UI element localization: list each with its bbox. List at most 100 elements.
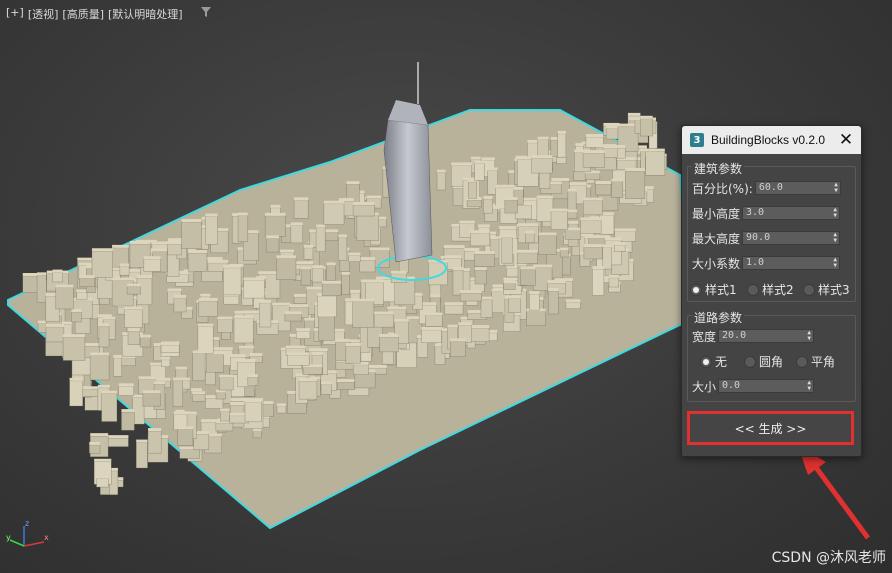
building-roof xyxy=(352,298,374,302)
building-block xyxy=(556,157,567,164)
building-block xyxy=(142,393,161,407)
building-roof xyxy=(322,280,342,284)
building-roof xyxy=(200,293,211,297)
building-roof xyxy=(205,213,218,217)
building-roof xyxy=(605,237,622,241)
style-radio-2[interactable]: 样式2 xyxy=(747,281,794,298)
min-height-spinner[interactable]: 3.0 ▲ ▼ xyxy=(742,206,841,220)
building-block xyxy=(262,403,274,417)
building-block xyxy=(219,377,234,391)
building-block xyxy=(311,267,324,283)
building-block xyxy=(215,392,226,400)
building-roof xyxy=(161,356,170,360)
building-roof xyxy=(460,290,482,294)
building-block xyxy=(167,243,182,256)
building-block xyxy=(252,431,262,439)
building-block xyxy=(264,215,286,237)
road-size-value: 0.0 xyxy=(722,380,741,391)
building-block xyxy=(284,314,303,322)
building-block xyxy=(71,311,82,323)
building-roof xyxy=(37,272,47,276)
building-roof xyxy=(197,323,214,327)
corner-radio-round[interactable]: 圆角 xyxy=(744,353,783,370)
corner-radio-none[interactable]: 无 xyxy=(700,353,727,370)
min-height-label: 最小高度 xyxy=(692,206,741,221)
building-block xyxy=(421,329,442,344)
building-block xyxy=(474,163,485,181)
building-roof xyxy=(459,220,475,224)
building-roof xyxy=(153,381,165,385)
building-roof xyxy=(175,366,188,370)
building-roof xyxy=(474,267,487,271)
building-roof xyxy=(583,150,605,154)
building-roof xyxy=(101,390,117,394)
building-block xyxy=(559,250,569,258)
radio-icon xyxy=(690,283,702,296)
building-roof xyxy=(192,350,206,354)
building-roof xyxy=(167,288,182,292)
building-block xyxy=(192,353,206,382)
max-height-spinner[interactable]: 90.0 ▲ ▼ xyxy=(742,231,841,245)
building-roof xyxy=(421,326,442,330)
building-roof xyxy=(45,323,64,327)
road-width-spinner[interactable]: 20.0 ▲ ▼ xyxy=(718,329,815,343)
building-roof xyxy=(238,212,248,216)
close-button[interactable]: ✕ xyxy=(837,130,855,150)
building-block xyxy=(341,274,350,295)
building-roof xyxy=(112,277,134,281)
building-roof xyxy=(608,274,619,278)
building-roof xyxy=(478,224,490,228)
building-block xyxy=(599,215,615,235)
building-block xyxy=(584,173,601,181)
building-roof xyxy=(151,241,170,245)
building-roof xyxy=(480,296,493,300)
building-block xyxy=(126,286,141,295)
building-roof xyxy=(316,224,326,228)
building-block xyxy=(483,198,493,214)
style-radio-1[interactable]: 样式1 xyxy=(690,281,737,298)
building-roof xyxy=(443,245,465,249)
building-roof xyxy=(311,352,323,356)
building-roof xyxy=(369,247,390,251)
building-roof xyxy=(245,399,262,403)
building-block xyxy=(592,268,605,296)
building-roof xyxy=(444,302,463,306)
building-block xyxy=(352,204,375,217)
road-size-spinner[interactable]: 0.0 ▲ ▼ xyxy=(718,379,815,393)
panel-titlebar[interactable]: 3 BuildingBlocks v0.2.0 ✕ xyxy=(682,126,861,154)
building-roof xyxy=(259,299,271,303)
percent-spinner[interactable]: 60.0 ▲ ▼ xyxy=(754,181,841,195)
building-block xyxy=(450,341,466,357)
building-block xyxy=(474,253,495,267)
style-radio-3[interactable]: 样式3 xyxy=(803,281,850,298)
building-roof xyxy=(323,200,345,204)
building-block xyxy=(135,442,148,469)
building-block xyxy=(62,336,86,361)
building-roof xyxy=(337,379,355,383)
building-roof xyxy=(69,377,83,381)
building-block xyxy=(326,265,336,281)
building-block xyxy=(121,411,135,431)
generate-button[interactable]: << 生成 >> xyxy=(687,411,854,445)
building-block xyxy=(244,402,262,423)
building-roof xyxy=(450,338,466,342)
building-roof xyxy=(525,230,535,234)
building-roof xyxy=(136,275,152,279)
building-block xyxy=(394,279,416,306)
building-block xyxy=(192,393,206,402)
panel-title: BuildingBlocks v0.2.0 xyxy=(711,133,826,147)
building-roof xyxy=(518,223,539,227)
building-roof xyxy=(140,334,151,338)
size-factor-value: 1.0 xyxy=(746,257,765,268)
building-block xyxy=(106,437,129,447)
building-block xyxy=(565,302,581,309)
size-factor-spinner[interactable]: 1.0 ▲ ▼ xyxy=(742,256,841,270)
building-block xyxy=(352,301,375,328)
building-roof xyxy=(154,377,171,381)
building-block xyxy=(244,386,255,397)
building-roof xyxy=(548,288,559,292)
building-roof xyxy=(504,197,518,201)
building-block xyxy=(243,280,265,299)
corner-radio-flat[interactable]: 平角 xyxy=(796,353,835,370)
building-roof xyxy=(536,195,553,199)
